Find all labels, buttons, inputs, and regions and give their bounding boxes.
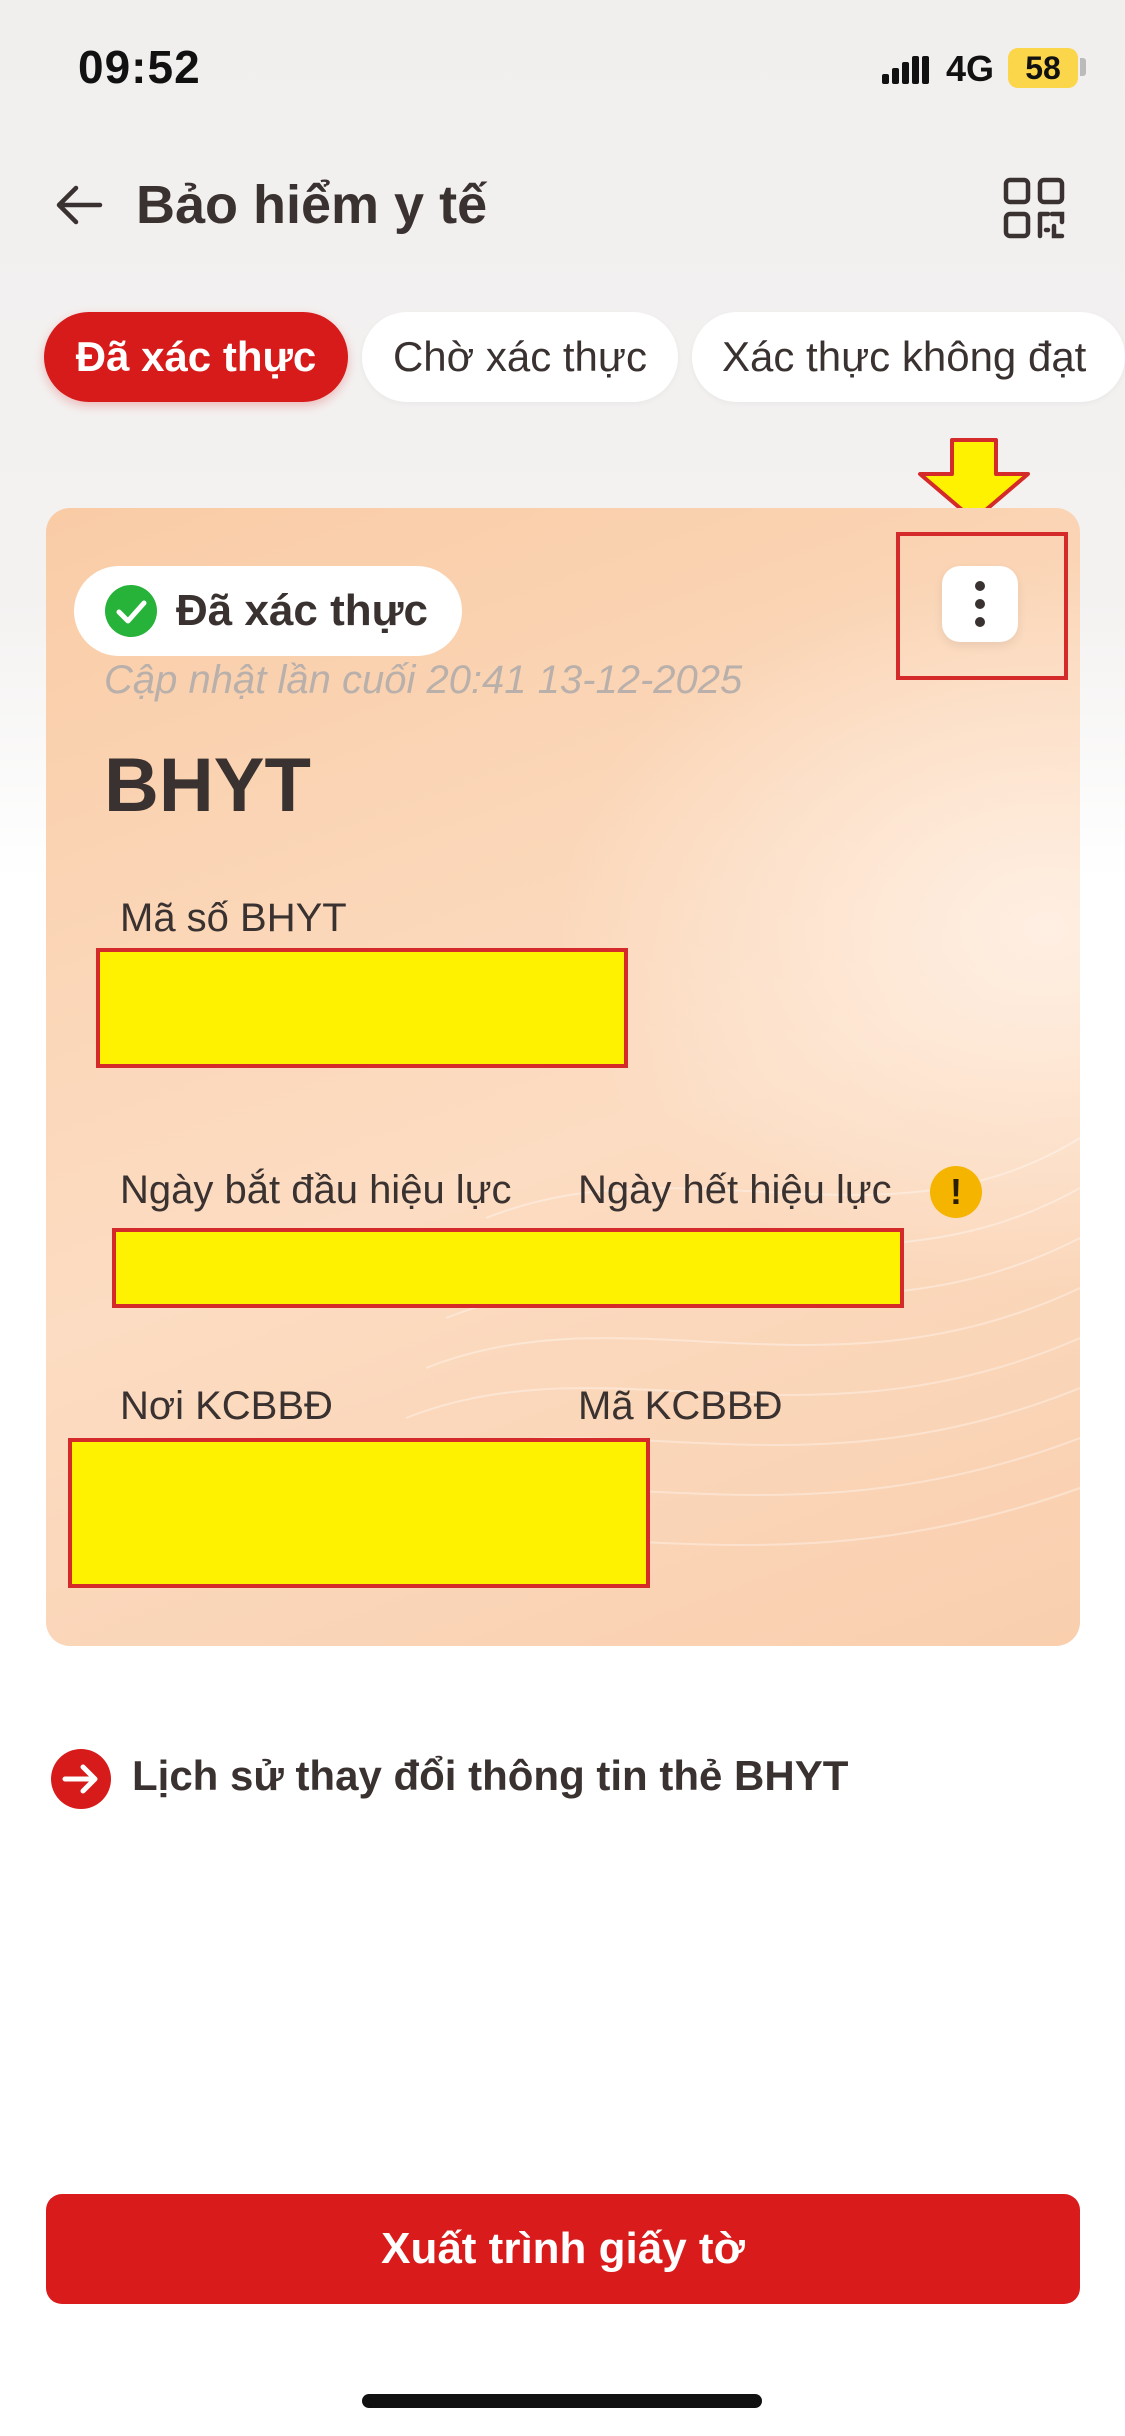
status-badge-label: Đã xác thực [176,586,428,635]
status-badge: Đã xác thực [74,566,462,656]
network-type: 4G [946,48,995,89]
redacted-facility [68,1438,650,1588]
tab-pending-label: Chờ xác thực [392,333,648,380]
qr-code-icon[interactable] [1002,176,1066,240]
facility-code-label: Mã KCBBĐ [578,1384,783,1428]
tab-pending[interactable]: Chờ xác thực [362,312,678,402]
battery-cap [1080,58,1086,76]
present-document-button[interactable]: Xuất trình giấy tờ [46,2194,1080,2304]
redacted-validity-dates [112,1228,904,1308]
warning-icon[interactable]: ! [930,1166,982,1218]
facility-label: Nơi KCBBĐ [120,1384,333,1428]
tab-verified-label: Đã xác thực [75,333,317,380]
card-type-title: BHYT [104,743,311,828]
tab-verified[interactable]: Đã xác thực [44,312,348,402]
history-link[interactable]: Lịch sử thay đổi thông tin thẻ BHYT [132,1752,848,1800]
last-updated: Cập nhật lần cuối 20:41 13-12-2025 [104,658,743,702]
end-date-label: Ngày hết hiệu lực [578,1168,892,1212]
redacted-insurance-number [96,948,628,1068]
insurance-number-label: Mã số BHYT [120,896,347,940]
present-document-label: Xuất trình giấy tờ [381,2224,745,2273]
tab-failed-label: Xác thực không đạt [722,333,1087,380]
check-circle-icon [105,585,157,637]
tab-failed[interactable]: Xác thực không đạt [692,312,1125,402]
signal-icon [882,56,929,84]
arrow-right-circle-icon[interactable] [50,1748,112,1810]
battery-level: 58 [1025,49,1061,86]
page-title: Bảo hiểm y tế [136,175,488,235]
home-indicator [362,2394,762,2408]
highlight-box [896,532,1068,680]
battery-indicator: 58 [1008,48,1078,88]
status-time: 09:52 [78,41,201,93]
arrow-left-icon[interactable] [52,178,106,232]
start-date-label: Ngày bắt đầu hiệu lực [120,1168,512,1212]
